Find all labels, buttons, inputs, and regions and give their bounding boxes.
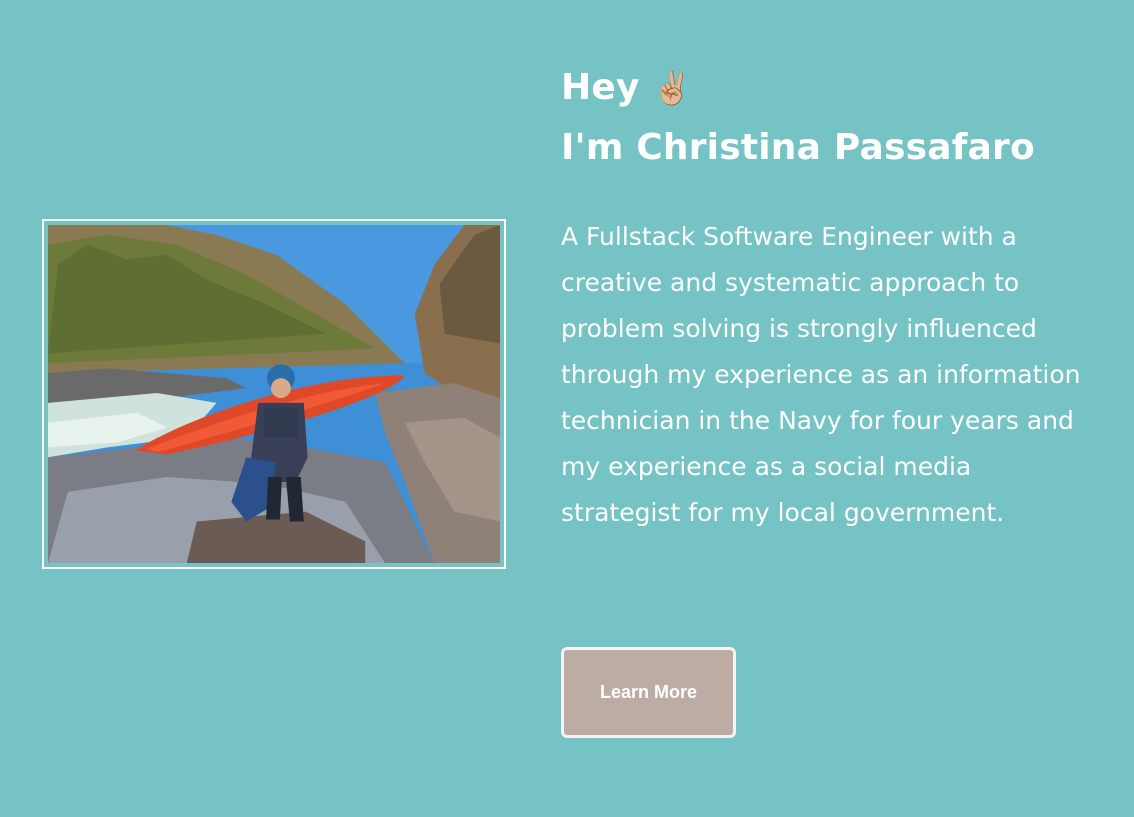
name-line: I'm Christina Passafaro xyxy=(561,127,1035,168)
greeting-word: Hey xyxy=(561,67,640,108)
kayaker-photo xyxy=(48,225,500,563)
peace-hand-icon: ✌🏼 xyxy=(652,69,693,107)
bio-text: A Fullstack Software Engineer with a cre… xyxy=(561,222,1081,527)
learn-more-button[interactable]: Learn More xyxy=(561,647,736,738)
intro-section: Hey ✌🏼 I'm Christina Passafaro A Fullsta… xyxy=(561,58,1101,536)
greeting-heading: Hey ✌🏼 I'm Christina Passafaro xyxy=(561,58,1101,178)
profile-photo xyxy=(42,219,506,569)
